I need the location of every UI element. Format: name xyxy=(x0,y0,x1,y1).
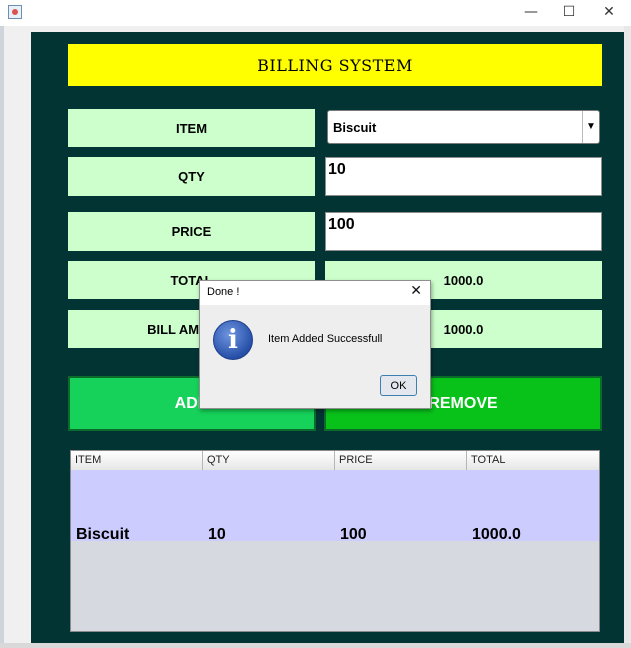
table-cell-qty: 10 xyxy=(208,526,226,543)
column-header-price[interactable]: PRICE xyxy=(335,451,467,470)
dialog-message: Item Added Successfull xyxy=(268,333,383,345)
table-cell-price: 100 xyxy=(340,526,367,543)
window-close-button[interactable]: ✕ xyxy=(589,0,629,26)
right-edge xyxy=(624,26,631,648)
chevron-down-icon[interactable]: ▼ xyxy=(582,111,599,143)
dialog-title-bar: Done ! ✕ xyxy=(200,281,430,305)
price-label: PRICE xyxy=(68,212,315,251)
item-select[interactable]: Biscuit ▼ xyxy=(327,110,600,144)
qty-label: QTY xyxy=(68,157,315,196)
maximize-button[interactable]: ☐ xyxy=(549,0,589,26)
item-label: ITEM xyxy=(68,109,315,147)
table-cell-item: Biscuit xyxy=(76,526,130,543)
dialog-close-icon[interactable]: ✕ xyxy=(410,283,422,299)
table-row[interactable]: Biscuit 10 100 1000.0 xyxy=(71,470,599,543)
column-header-item[interactable]: ITEM xyxy=(71,451,203,470)
minimize-button[interactable]: — xyxy=(511,0,551,26)
table-header: ITEM QTY PRICE TOTAL xyxy=(71,451,599,471)
table-cell-total: 1000.0 xyxy=(472,526,521,543)
price-input[interactable]: 100 xyxy=(325,212,602,251)
column-header-total[interactable]: TOTAL xyxy=(467,451,599,470)
left-edge xyxy=(0,26,4,648)
java-app-icon xyxy=(8,5,22,19)
title-bar: — ☐ ✕ xyxy=(0,0,631,26)
bottom-edge xyxy=(0,643,631,648)
message-dialog: Done ! ✕ i Item Added Successfull OK xyxy=(199,280,431,409)
qty-input[interactable]: 10 xyxy=(325,157,602,196)
items-table: ITEM QTY PRICE TOTAL Biscuit 10 100 1000… xyxy=(70,450,600,632)
information-icon: i xyxy=(213,320,253,360)
item-select-value: Biscuit xyxy=(333,120,377,135)
column-header-qty[interactable]: QTY xyxy=(203,451,335,470)
page-title: BILLING SYSTEM xyxy=(68,44,602,86)
ok-button[interactable]: OK xyxy=(380,375,417,396)
dialog-title: Done ! xyxy=(207,286,240,298)
